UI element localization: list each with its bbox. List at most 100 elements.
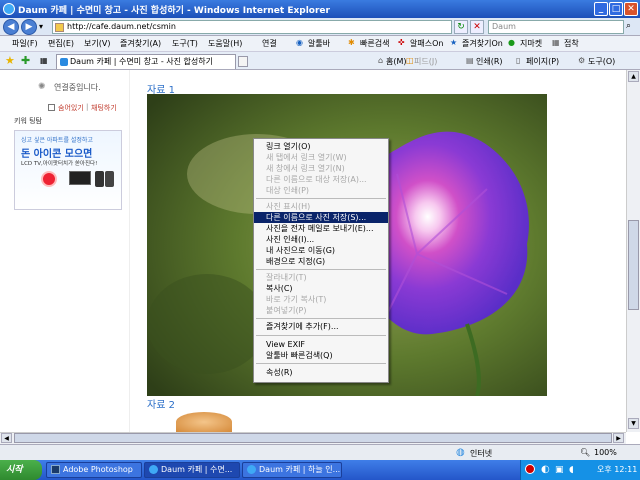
altoolbar-icon: ◉: [296, 38, 303, 47]
maximize-button[interactable]: □: [609, 2, 623, 16]
ctx-copy-shortcut[interactable]: 바로 가기 복사(T): [254, 294, 388, 305]
ctx-save-target-as[interactable]: 다른 이름으로 대상 저장(A)...: [254, 174, 388, 185]
favorites-star-icon[interactable]: ★: [5, 54, 15, 67]
banner-line2: 돈 아이콘 모으면: [21, 149, 93, 160]
ad-banner[interactable]: 싱고 싶은 아파트를 설정하고 돈 아이콘 모으면 LCD TV,아이팟터치가 …: [14, 130, 122, 210]
task-label: Daum 카페 | 하늘 인...: [259, 465, 341, 474]
alpass-icon: ✜: [398, 38, 405, 47]
scroll-thumb[interactable]: [628, 220, 639, 310]
search-input[interactable]: Daum: [488, 20, 624, 34]
ctx-email-picture[interactable]: 사진을 전자 메일로 보내기(E)...: [254, 223, 388, 234]
page-button[interactable]: 페이지(P): [526, 56, 559, 67]
ctx-open-link-new-window[interactable]: 새 창에서 링크 열기(N): [254, 163, 388, 174]
ctx-print-target[interactable]: 대상 인쇄(P): [254, 185, 388, 196]
menu-file[interactable]: 파일(F): [12, 38, 38, 49]
search-icon[interactable]: ⌕: [626, 21, 631, 31]
address-text: http://cafe.daum.net/csmin: [67, 22, 176, 31]
task-ie-2[interactable]: Daum 카페 | 하늘 인...: [242, 462, 342, 478]
print-button[interactable]: 인쇄(R): [476, 56, 503, 67]
ctx-properties[interactable]: 속성(R): [254, 367, 388, 378]
ctx-separator: [256, 269, 386, 270]
ctx-go-to-my-pictures[interactable]: 내 사진으로 이동(G): [254, 245, 388, 256]
feed-icon: ◫: [406, 56, 414, 65]
keyword-label: 키워 팅탐: [14, 117, 42, 125]
tray-app-icon[interactable]: ◐: [541, 460, 550, 480]
new-tab-button[interactable]: [238, 56, 248, 67]
start-button[interactable]: 시작: [0, 460, 42, 480]
clock[interactable]: 오후 12:11: [597, 460, 637, 480]
loading-text: 연결중입니다.: [54, 83, 101, 92]
taskbar: 시작 Adobe Photoshop Daum 카페 | 수면... Daum …: [0, 460, 640, 480]
horizontal-scroll-thumb[interactable]: [14, 433, 612, 443]
language-icon[interactable]: [525, 464, 535, 474]
scroll-left-arrow-icon[interactable]: ◀: [1, 433, 12, 443]
tray-volume-icon[interactable]: ◖: [569, 460, 574, 480]
menu-view[interactable]: 보기(V): [84, 38, 110, 49]
gmarket-icon: ●: [508, 38, 515, 47]
daum-favicon-icon: [60, 58, 68, 66]
phone-icon: [95, 171, 104, 187]
link-attach[interactable]: 접착: [564, 38, 579, 49]
ctx-view-exif[interactable]: View EXIF: [254, 339, 388, 350]
stop-button[interactable]: ✕: [470, 20, 484, 34]
browser-tab[interactable]: Daum 카페 | 수면미 창고 - 사진 합성하기: [56, 54, 236, 69]
favorites-on-icon: ★: [450, 38, 458, 47]
link-altoolbar[interactable]: 알툴바: [308, 38, 330, 49]
ctx-print-picture[interactable]: 사진 인쇄(I)...: [254, 234, 388, 245]
ctx-copy[interactable]: 복사(C): [254, 283, 388, 294]
zoom-level[interactable]: 100%: [594, 448, 617, 457]
menu-favorites[interactable]: 즐겨찾기(A): [120, 38, 161, 49]
tray-network-icon[interactable]: ▣: [555, 460, 564, 480]
ctx-altoolbar-quick-search[interactable]: 알툴바 빠른검색(Q): [254, 350, 388, 361]
task-label: Adobe Photoshop: [63, 465, 133, 474]
menu-help[interactable]: 도움말(H): [208, 38, 242, 49]
task-ie-1[interactable]: Daum 카페 | 수면...: [144, 462, 240, 478]
refresh-button[interactable]: ↻: [454, 20, 468, 34]
search-placeholder: Daum: [492, 22, 516, 31]
back-button[interactable]: ◀: [3, 19, 19, 35]
feed-button[interactable]: 피드(J): [414, 56, 437, 67]
link-alpass[interactable]: 알패스On: [410, 38, 443, 49]
link-quick-search[interactable]: 빠른검색: [360, 38, 389, 49]
link-connect[interactable]: 연결: [262, 38, 277, 49]
link-gmarket[interactable]: 지마켓: [520, 38, 542, 49]
ctx-cut[interactable]: 잘라내기(T): [254, 272, 388, 283]
vertical-scrollbar[interactable]: ▲ ▼: [626, 70, 640, 432]
ctx-show-picture[interactable]: 사진 표시(H): [254, 201, 388, 212]
tools-gear-icon: ⚙: [578, 56, 586, 65]
scroll-down-arrow-icon[interactable]: ▼: [628, 418, 639, 429]
hide-checkbox[interactable]: [48, 104, 55, 111]
hide-link[interactable]: 숨어있기: [58, 103, 84, 113]
attach-icon: ▦: [552, 38, 560, 47]
link-favorites-on[interactable]: 즐겨찾기On: [462, 38, 503, 49]
ie-task-icon: [149, 465, 158, 474]
ctx-open-link[interactable]: 링크 열기(O): [254, 141, 388, 152]
ctx-save-picture-as[interactable]: 다른 이름으로 사진 저장(S)...: [254, 212, 388, 223]
ctx-add-to-favorites[interactable]: 즐겨찾기에 추가(F)...: [254, 321, 388, 332]
address-input[interactable]: http://cafe.daum.net/csmin: [52, 20, 452, 34]
horizontal-scrollbar[interactable]: ◀ ▶: [0, 432, 626, 444]
history-dropdown-icon[interactable]: ▾: [39, 22, 43, 31]
tv-icon: [69, 171, 91, 185]
menu-edit[interactable]: 편집(E): [48, 38, 74, 49]
menu-bar: 파일(F) 편집(E) 보기(V) 즐겨찾기(A) 도구(T) 도움말(H) 연…: [0, 36, 640, 52]
home-button[interactable]: 홈(M): [386, 56, 407, 67]
chat-link[interactable]: 채팅하기: [91, 103, 117, 113]
scroll-up-arrow-icon[interactable]: ▲: [628, 71, 639, 82]
ctx-paste[interactable]: 붙여넣기(P): [254, 305, 388, 316]
menu-tools[interactable]: 도구(T): [172, 38, 198, 49]
tab-list-icon[interactable]: ▦: [40, 56, 48, 65]
close-button[interactable]: ✕: [624, 2, 638, 16]
task-label: Daum 카페 | 수면...: [161, 465, 233, 474]
tools-button[interactable]: 도구(O): [588, 56, 615, 67]
window-title: Daum 카페 | 수면미 창고 - 사진 합성하기 - Windows Int…: [18, 5, 330, 16]
ctx-set-as-background[interactable]: 배경으로 지정(G): [254, 256, 388, 267]
minimize-button[interactable]: _: [594, 2, 608, 16]
add-favorite-icon[interactable]: ✚: [21, 54, 30, 67]
task-photoshop[interactable]: Adobe Photoshop: [46, 462, 142, 478]
ctx-open-link-new-tab[interactable]: 새 탭에서 링크 열기(W): [254, 152, 388, 163]
zone-label: 인터넷: [470, 449, 493, 458]
scroll-right-arrow-icon[interactable]: ▶: [613, 433, 624, 443]
status-bar: ◍ 인터넷 🔍︎ 100%: [0, 444, 640, 460]
forward-button[interactable]: ▶: [21, 19, 37, 35]
